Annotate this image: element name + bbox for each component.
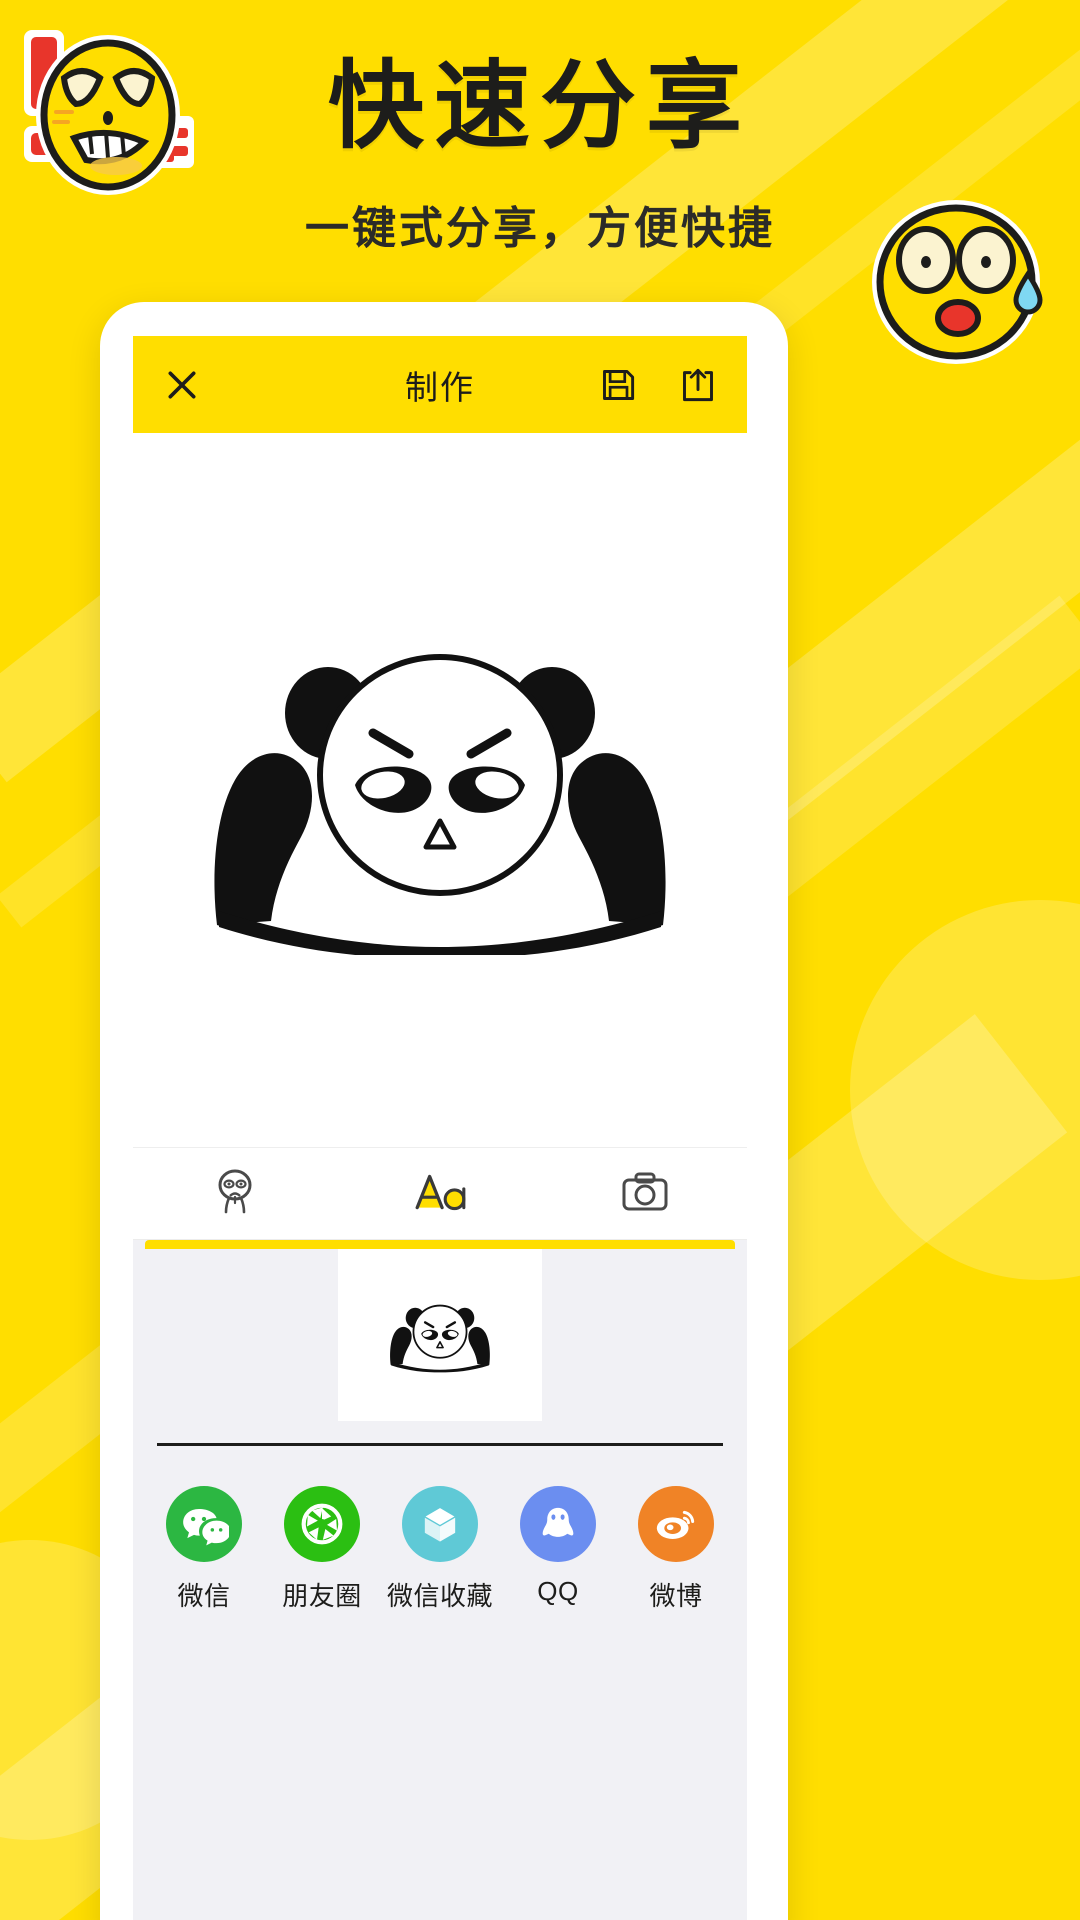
promo-subtitle: 一键式分享，方便快捷 — [305, 204, 775, 253]
share-target-label: 朋友圈 — [282, 1581, 362, 1611]
app-screen: 制作 微信 朋友圈 微信收藏 QQ 微博 — [133, 336, 747, 1920]
wechat-moments-icon — [284, 1486, 360, 1562]
text-tool[interactable] — [338, 1148, 543, 1239]
share-target-label: 微博 — [649, 1581, 703, 1611]
edit-toolbar — [133, 1148, 747, 1240]
camera-icon — [621, 1170, 669, 1217]
app-toolbar: 制作 — [133, 336, 747, 433]
share-target-moments[interactable]: 朋友圈 — [263, 1486, 381, 1613]
promo-title: 快速分享 — [328, 53, 752, 160]
preview-cell[interactable] — [133, 1249, 338, 1421]
share-target-wechat[interactable]: 微信 — [145, 1486, 263, 1613]
share-target-qq[interactable]: QQ — [499, 1486, 617, 1613]
preview-cell-selected[interactable] — [337, 1249, 543, 1421]
share-target-label: 微信收藏 — [386, 1581, 493, 1611]
share-target-label: QQ — [537, 1576, 579, 1606]
preview-strip — [133, 1249, 747, 1421]
panda-thumbnail — [388, 1296, 492, 1374]
panda-hands-up-meme — [205, 625, 675, 959]
sticker-canvas[interactable] — [133, 433, 747, 1148]
share-target-favorites[interactable]: 微信收藏 — [381, 1486, 499, 1613]
share-sheet: 微信 朋友圈 微信收藏 QQ 微博 — [133, 1240, 747, 1920]
save-floppy-icon[interactable] — [595, 362, 641, 408]
text-aa-icon — [411, 1168, 469, 1219]
close-icon[interactable] — [159, 362, 205, 408]
sticker-face-icon — [213, 1167, 257, 1220]
share-target-weibo[interactable]: 微博 — [617, 1486, 735, 1613]
wechat-icon — [166, 1486, 242, 1562]
share-export-icon[interactable] — [675, 362, 721, 408]
qq-penguin-icon — [520, 1486, 596, 1562]
phone-mockup: 制作 微信 朋友圈 微信收藏 QQ 微博 — [100, 302, 788, 1920]
toolbar-actions — [595, 336, 721, 433]
camera-tool[interactable] — [542, 1148, 747, 1239]
sticker-tool[interactable] — [133, 1148, 338, 1239]
share-target-label: 微信 — [177, 1581, 231, 1611]
wechat-favorites-icon — [402, 1486, 478, 1562]
preview-cell[interactable] — [542, 1249, 747, 1421]
promo-page: 制作 微信 朋友圈 微信收藏 QQ 微博 快速分享 一键式分享，方便快捷 — [0, 0, 1080, 1920]
bg-blob — [850, 900, 1080, 1280]
weibo-icon — [638, 1486, 714, 1562]
share-target-row: 微信 朋友圈 微信收藏 QQ 微博 — [133, 1446, 747, 1613]
sheet-accent-bar — [145, 1240, 735, 1249]
